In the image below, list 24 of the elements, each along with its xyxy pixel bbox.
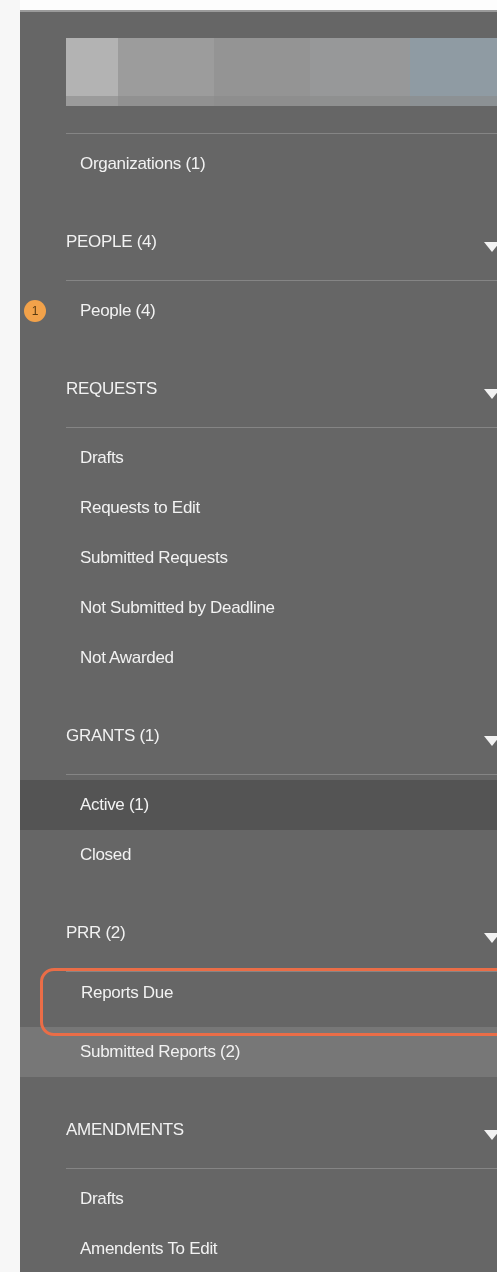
section-title: PRR (2) (66, 923, 126, 943)
caret-icon[interactable] (484, 736, 497, 746)
section-title: AMENDMENTS (66, 1120, 184, 1140)
sidebar-item[interactable]: Closed (20, 830, 497, 880)
section-title: GRANTS (1) (66, 726, 160, 746)
sidebar-item[interactable]: Reports Due (40, 968, 497, 1036)
caret-icon[interactable] (484, 1130, 497, 1140)
sidebar-item[interactable]: 1 People (4) (20, 286, 497, 336)
section-title: PEOPLE (4) (66, 232, 157, 252)
sidebar-item[interactable]: Drafts (20, 433, 497, 483)
caret-icon[interactable] (484, 389, 497, 399)
sidebar-item[interactable]: Submitted Requests (20, 533, 497, 583)
sidebar-item[interactable]: Drafts (20, 1174, 497, 1224)
section-title: REQUESTS (66, 379, 158, 399)
sidebar-item[interactable]: Requests to Edit (20, 483, 497, 533)
sidebar-item[interactable]: Active (1) (20, 780, 497, 830)
sidebar-item[interactable]: Submitted Reports (2) (20, 1027, 497, 1077)
sidebar-item[interactable]: Not Submitted by Deadline (20, 583, 497, 633)
sidebar-item[interactable]: Amendents To Edit (20, 1224, 497, 1272)
sidebar-item[interactable]: Organizations (1) (20, 139, 497, 189)
caret-icon[interactable] (484, 933, 497, 943)
sidebar-item[interactable]: Not Awarded (20, 633, 497, 683)
count-badge: 1 (24, 300, 46, 322)
caret-icon[interactable] (484, 242, 497, 252)
